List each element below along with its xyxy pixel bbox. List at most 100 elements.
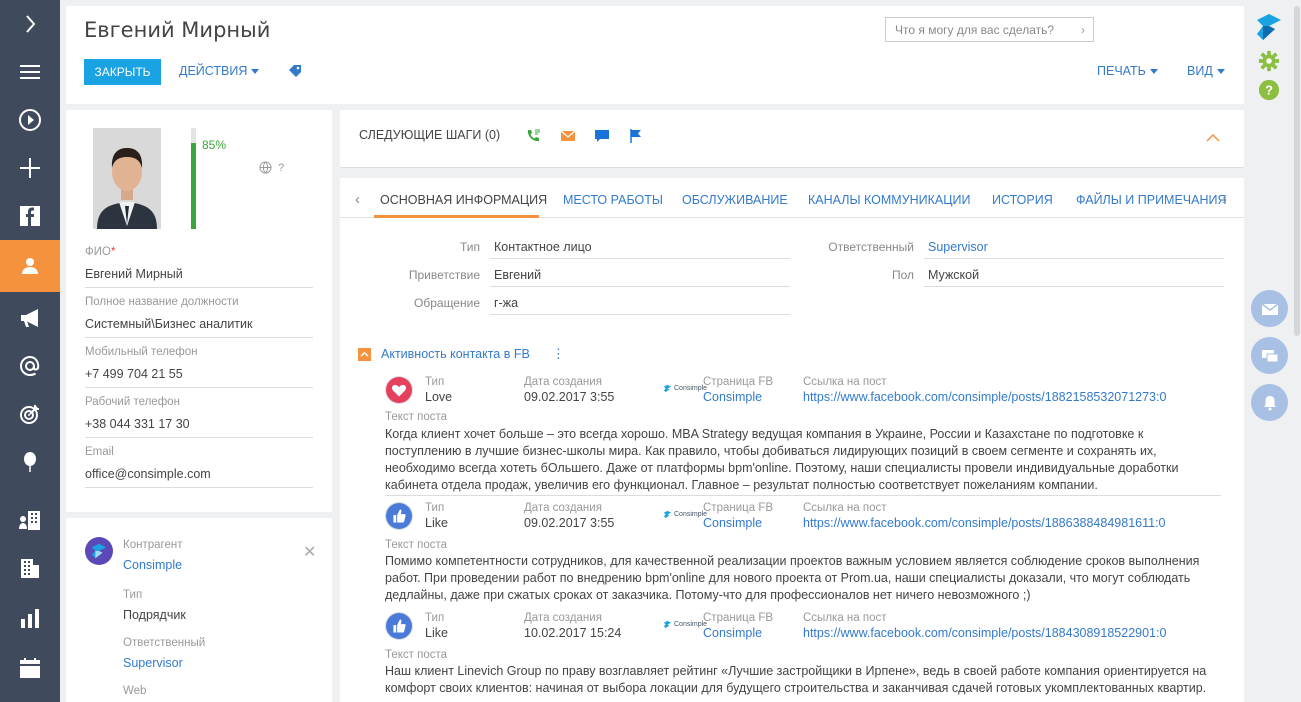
account-web-field: Web — [123, 685, 146, 697]
tab-communication-channels[interactable]: КАНАЛЫ КОММУНИКАЦИИ — [808, 193, 970, 207]
contact-photo[interactable] — [93, 128, 161, 229]
field-gender[interactable]: Пол Мужской — [790, 268, 1224, 297]
print-dropdown[interactable]: ПЕЧАТЬ — [1097, 64, 1158, 78]
field-label: Тип — [123, 589, 143, 601]
field-label: ФИО* — [85, 246, 116, 258]
view-dropdown[interactable]: ВИД — [1187, 64, 1225, 78]
contacts-icon[interactable] — [0, 240, 60, 292]
consimple-logo: Consimple — [663, 384, 707, 393]
col-label: Дата создания — [524, 502, 602, 514]
account-owner-link[interactable]: Supervisor — [123, 656, 205, 670]
field-full-name[interactable]: ФИО* Евгений Мирный — [85, 246, 313, 288]
active-tab-indicator — [374, 215, 539, 218]
field-salutation[interactable]: Обращение г-жа — [340, 296, 790, 325]
tab-scroll-right-icon[interactable]: › — [1222, 191, 1227, 208]
field-value[interactable]: +7 499 704 21 55 — [85, 367, 313, 388]
account-name-link[interactable]: Consimple — [123, 558, 182, 572]
col-label: Дата создания — [524, 376, 602, 388]
leads-balloon-icon[interactable] — [0, 438, 60, 486]
more-options-icon[interactable]: ⋮ — [552, 346, 565, 362]
field-label: Приветствие — [408, 268, 480, 282]
app-logo-icon[interactable] — [1254, 12, 1284, 42]
campaigns-megaphone-icon[interactable] — [0, 294, 60, 342]
field-value-link[interactable]: Supervisor — [928, 240, 988, 254]
help-icon[interactable]: ? — [1258, 79, 1280, 101]
field-value[interactable]: Контактное лицо — [494, 240, 592, 254]
post-page-link[interactable]: Consimple — [703, 516, 773, 530]
field-value[interactable]: +38 044 331 17 30 — [85, 417, 313, 438]
tab-service[interactable]: ОБСЛУЖИВАНИЕ — [682, 193, 788, 207]
fb-post: Тип Like Дата создания 10.02.2017 15:24 … — [385, 612, 1221, 702]
post-link: Ссылка на пост https://www.facebook.com/… — [803, 376, 1166, 404]
flag-icon[interactable] — [628, 128, 644, 144]
chevron-right-icon: › — [1081, 23, 1085, 37]
fb-activity-header[interactable]: Активность контакта в FB ⋮ — [358, 346, 565, 362]
tag-icon[interactable] — [288, 64, 302, 78]
calendar-icon[interactable] — [0, 644, 60, 692]
dashboards-chart-icon[interactable] — [0, 594, 60, 642]
chat-panel-icon[interactable] — [1251, 337, 1288, 374]
field-job-title[interactable]: Полное название должности Системный\Бизн… — [85, 296, 313, 338]
completeness-help[interactable]: ? — [259, 161, 284, 174]
chevron-up-icon[interactable] — [1206, 132, 1220, 142]
post-page-link[interactable]: Consimple — [703, 626, 773, 640]
facebook-icon[interactable] — [0, 192, 60, 240]
field-value[interactable]: office@consimple.com — [85, 467, 313, 488]
chat-icon[interactable] — [594, 128, 610, 144]
add-icon[interactable] — [0, 144, 60, 192]
email-icon[interactable] — [560, 128, 576, 144]
col-label: Дата создания — [524, 612, 602, 624]
chevron-down-icon — [1216, 68, 1225, 74]
tab-main-info[interactable]: ОСНОВНАЯ ИНФОРМАЦИЯ — [380, 193, 547, 207]
post-url-link[interactable]: https://www.facebook.com/consimple/posts… — [803, 390, 1166, 404]
field-type[interactable]: Тип Контактное лицо — [340, 240, 790, 269]
field-email[interactable]: Email office@consimple.com — [85, 446, 313, 488]
field-value[interactable]: г-жа — [494, 296, 518, 310]
tab-scroll-left-icon[interactable]: ‹ — [355, 191, 360, 208]
field-greeting[interactable]: Приветствие Евгений — [340, 268, 790, 297]
buildings-icon[interactable] — [0, 544, 60, 592]
post-page-link[interactable]: Consimple — [703, 390, 773, 404]
fb-post: Тип Love Дата создания 09.02.2017 3:55 C… — [385, 376, 1221, 496]
tab-files-notes[interactable]: ФАЙЛЫ И ПРИМЕЧАНИЯ — [1076, 193, 1227, 207]
post-page: Страница FB Consimple — [703, 502, 773, 530]
search-input[interactable]: Что я могу для вас сделать? › — [885, 17, 1094, 42]
expand-nav-icon[interactable] — [0, 0, 60, 48]
target-icon[interactable] — [0, 390, 60, 438]
process-play-icon[interactable] — [0, 96, 60, 144]
close-icon[interactable]: ✕ — [303, 542, 316, 562]
notifications-bell-icon[interactable] — [1251, 384, 1288, 421]
email-panel-icon[interactable] — [1251, 290, 1288, 327]
field-value: Подрядчик — [123, 608, 186, 622]
field-mobile-phone[interactable]: Мобильный телефон +7 499 704 21 55 — [85, 346, 313, 388]
field-owner[interactable]: Ответственный Supervisor — [790, 240, 1224, 269]
accounts-building-people-icon[interactable] — [0, 496, 60, 544]
col-label: Тип — [425, 612, 445, 624]
menu-icon[interactable] — [0, 48, 60, 96]
post-text: Помимо компетентности сотрудников, для к… — [385, 554, 1200, 602]
field-work-phone[interactable]: Рабочий телефон +38 044 331 17 30 — [85, 396, 313, 438]
like-reaction-icon — [385, 502, 413, 530]
field-value[interactable]: Системный\Бизнес аналитик — [85, 317, 313, 338]
right-scrollbar[interactable] — [1294, 6, 1300, 336]
like-reaction-icon — [385, 612, 413, 640]
profile-completeness-label: 85% — [202, 138, 227, 152]
tab-history[interactable]: ИСТОРИЯ — [992, 193, 1053, 207]
post-type: Тип Like — [425, 502, 448, 530]
field-label: Web — [123, 685, 147, 697]
tab-bar: ‹ ОСНОВНАЯ ИНФОРМАЦИЯ МЕСТО РАБОТЫ ОБСЛУ… — [340, 178, 1244, 218]
post-link: Ссылка на пост https://www.facebook.com/… — [803, 502, 1166, 530]
field-value[interactable]: Мужской — [928, 268, 979, 282]
tab-workplace[interactable]: МЕСТО РАБОТЫ — [563, 193, 663, 207]
actions-dropdown[interactable]: ДЕЙСТВИЯ — [179, 64, 260, 78]
actions-label: ДЕЙСТВИЯ — [179, 64, 248, 78]
post-url-link[interactable]: https://www.facebook.com/consimple/posts… — [803, 516, 1166, 530]
close-button[interactable]: ЗАКРЫТЬ — [84, 59, 161, 85]
settings-gear-icon[interactable] — [1258, 50, 1280, 72]
call-icon[interactable] — [525, 128, 541, 144]
post-url-link[interactable]: https://www.facebook.com/consimple/posts… — [803, 626, 1166, 640]
field-value[interactable]: Евгений — [494, 268, 541, 282]
collapse-icon[interactable] — [358, 347, 371, 361]
email-at-icon[interactable] — [0, 342, 60, 390]
field-value[interactable]: Евгений Мирный — [85, 267, 313, 288]
